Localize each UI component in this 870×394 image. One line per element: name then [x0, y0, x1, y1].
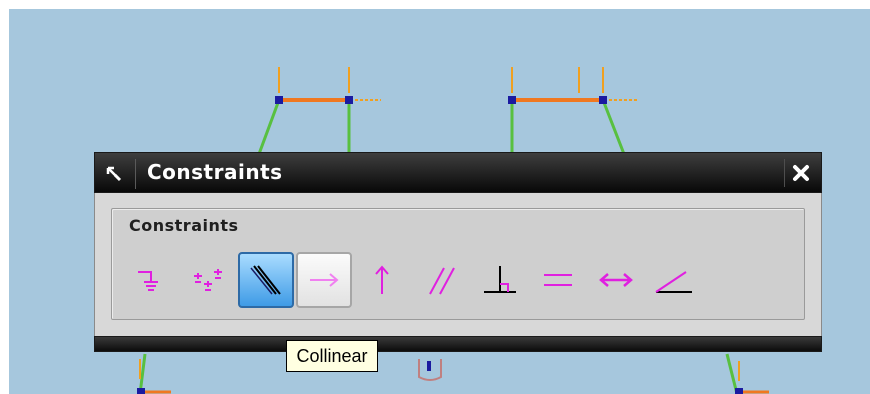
- sketch-point[interactable]: [137, 388, 145, 394]
- constant-angle-button[interactable]: [646, 252, 702, 308]
- pin-icon[interactable]: [101, 161, 127, 187]
- sketch-point[interactable]: [345, 96, 353, 104]
- vertical-arrow-icon: [375, 265, 389, 294]
- perpendicular-icon: [484, 266, 516, 293]
- vertical-button[interactable]: [354, 252, 410, 308]
- sketch-line-left-diag[interactable]: [257, 99, 281, 155]
- equal-length-button[interactable]: [530, 252, 586, 308]
- constraints-group: Constraints: [111, 208, 805, 320]
- constant-length-button[interactable]: [588, 252, 644, 308]
- perpendicular-button[interactable]: [472, 252, 528, 308]
- collinear-button[interactable]: [238, 252, 294, 308]
- tooltip: Collinear: [286, 340, 378, 372]
- horizontal-button[interactable]: [296, 252, 352, 308]
- sketch-point[interactable]: [599, 96, 607, 104]
- point-on-curve-button[interactable]: [180, 252, 236, 308]
- constraints-dialog: Constraints Constraints: [94, 152, 822, 352]
- horizontal-arrow-icon: [310, 273, 339, 287]
- equal-icon: [544, 274, 572, 286]
- sketch-point[interactable]: [508, 96, 516, 104]
- collinear-icon: [250, 265, 281, 295]
- title-separator: [135, 159, 136, 189]
- sketch-point[interactable]: [275, 96, 283, 104]
- parallel-icon: [429, 267, 455, 295]
- dialog-bottom-bar: [94, 336, 822, 352]
- parallel-button[interactable]: [414, 252, 470, 308]
- datum-marker-icon[interactable]: [418, 359, 442, 381]
- dialog-titlebar[interactable]: Constraints: [94, 152, 822, 193]
- dialog-body: Constraints: [94, 193, 822, 336]
- dialog-title: Constraints: [147, 160, 283, 184]
- angle-icon: [655, 271, 692, 293]
- close-icon[interactable]: [784, 159, 817, 187]
- coincident-icon: [138, 271, 158, 291]
- coincident-button[interactable]: [123, 252, 179, 308]
- sketch-line-right-diag[interactable]: [601, 99, 626, 155]
- constant-length-icon: [599, 273, 633, 287]
- sketch-point[interactable]: [735, 388, 743, 394]
- point-on-curve-icon: [194, 269, 222, 291]
- group-label: Constraints: [129, 216, 239, 235]
